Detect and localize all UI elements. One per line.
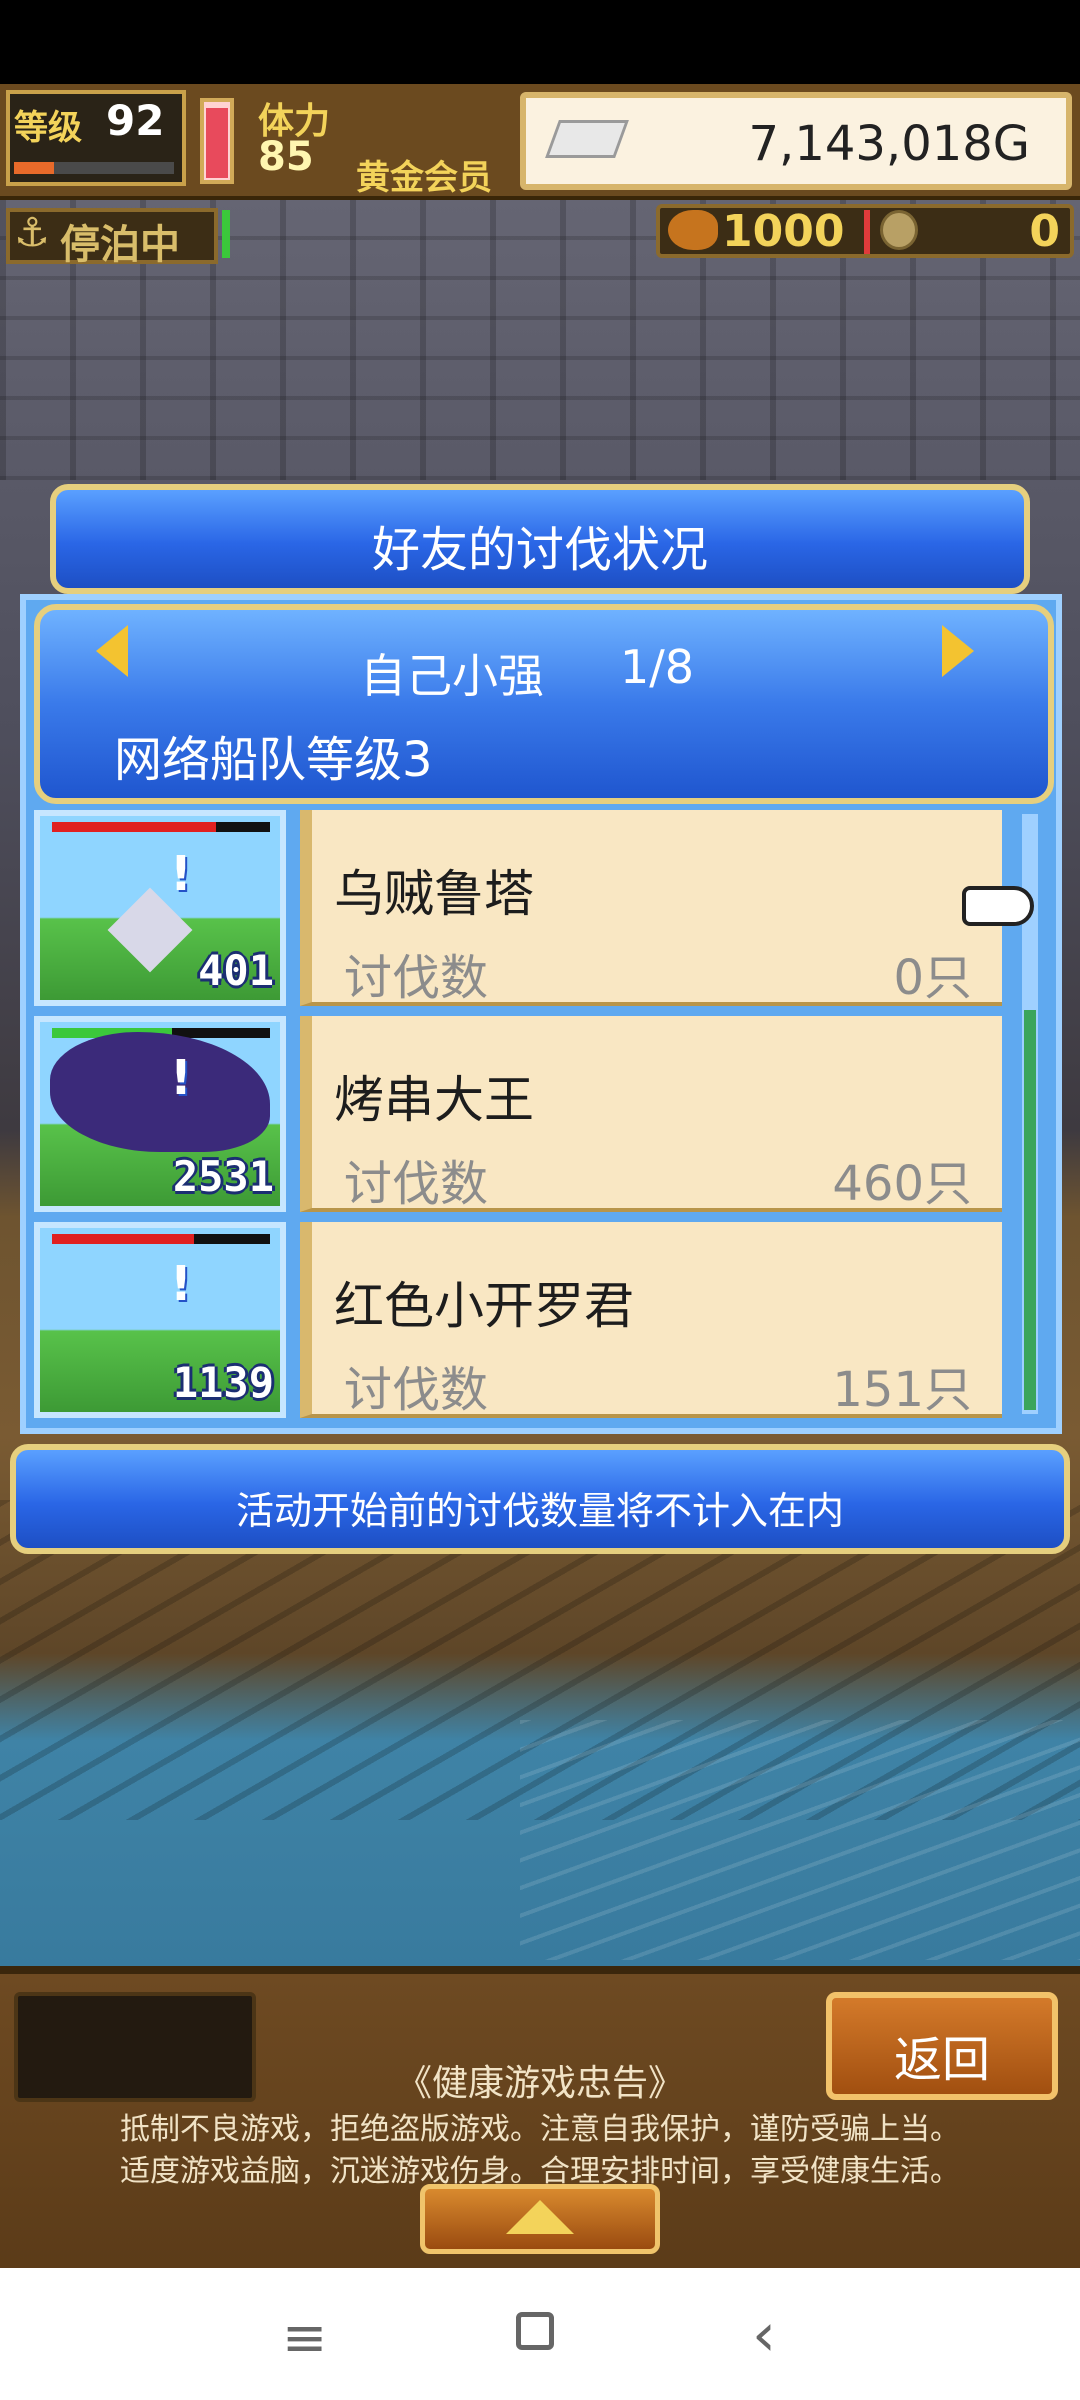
fleet-level-label: 网络船队等级3 — [114, 732, 433, 788]
notice-text: 活动开始前的讨伐数量将不计入在内 — [235, 1489, 844, 1533]
docked-status-label: 停泊中 — [60, 222, 180, 268]
gold-value: 7,143,018G — [748, 116, 1030, 172]
sea-scenery — [520, 1720, 1080, 1960]
resource-separator — [864, 210, 870, 254]
monster-name: 乌贼鲁塔 — [334, 865, 534, 923]
level-label: 等级 — [14, 108, 82, 148]
level-value: 92 — [106, 96, 165, 145]
alert-icon: ! — [170, 1256, 192, 1312]
gold-member-label: 黄金会员 — [356, 158, 492, 198]
defeat-count-label: 讨伐数 — [344, 1362, 489, 1418]
defeat-count-value: 0只 — [893, 950, 972, 1006]
anchor-icon: ⚓ — [14, 210, 50, 256]
health-advisory-title: 《健康游戏忠告》 — [395, 2063, 684, 2104]
defeat-count-value: 151只 — [832, 1362, 972, 1418]
monster-hp-fill — [52, 822, 216, 832]
level-progress-fill — [14, 162, 54, 174]
defeat-count-label: 讨伐数 — [344, 1156, 489, 1212]
alert-icon: ! — [170, 846, 192, 902]
dialog-title: 好友的讨伐状况 — [371, 522, 708, 578]
friend-name: 自己小强 — [360, 649, 544, 703]
previous-friend-arrow-icon[interactable] — [96, 625, 128, 677]
defeat-count-value: 460只 — [832, 1156, 972, 1212]
stamina-gauge-fill — [206, 107, 228, 178]
monster-hp-fill — [52, 1234, 194, 1244]
coin-value: 0 — [1029, 206, 1060, 257]
meat-icon — [668, 210, 718, 250]
monster-name: 红色小开罗君 — [334, 1277, 634, 1335]
home-icon[interactable] — [516, 2312, 554, 2350]
silver-bar-icon — [545, 120, 629, 158]
back-icon[interactable]: ‹ — [752, 2300, 776, 2370]
hand-pointer-icon — [962, 886, 1034, 926]
up-arrow-icon — [506, 2200, 574, 2234]
monster-thumb-number: 401 — [198, 946, 274, 995]
docked-indicator — [222, 210, 230, 258]
health-advisory-line: 抵制不良游戏，拒绝盗版游戏。注意自我保护，谨防受骗上当。 — [120, 2112, 960, 2147]
monster-thumb-number: 2531 — [172, 1152, 274, 1201]
friend-index: 1/8 — [620, 640, 695, 694]
monster-thumb-number: 1139 — [172, 1358, 274, 1407]
meat-value: 1000 — [722, 206, 845, 257]
menu-icon[interactable]: ≡ — [282, 2306, 327, 2369]
list-scrollbar-thumb[interactable] — [1024, 1010, 1036, 1410]
alert-icon: ! — [170, 1050, 192, 1106]
next-friend-arrow-icon[interactable] — [942, 625, 974, 677]
coin-icon — [880, 210, 918, 250]
stamina-value: 85 — [258, 134, 314, 180]
monster-name: 烤串大王 — [334, 1071, 534, 1129]
defeat-count-label: 讨伐数 — [344, 950, 489, 1006]
